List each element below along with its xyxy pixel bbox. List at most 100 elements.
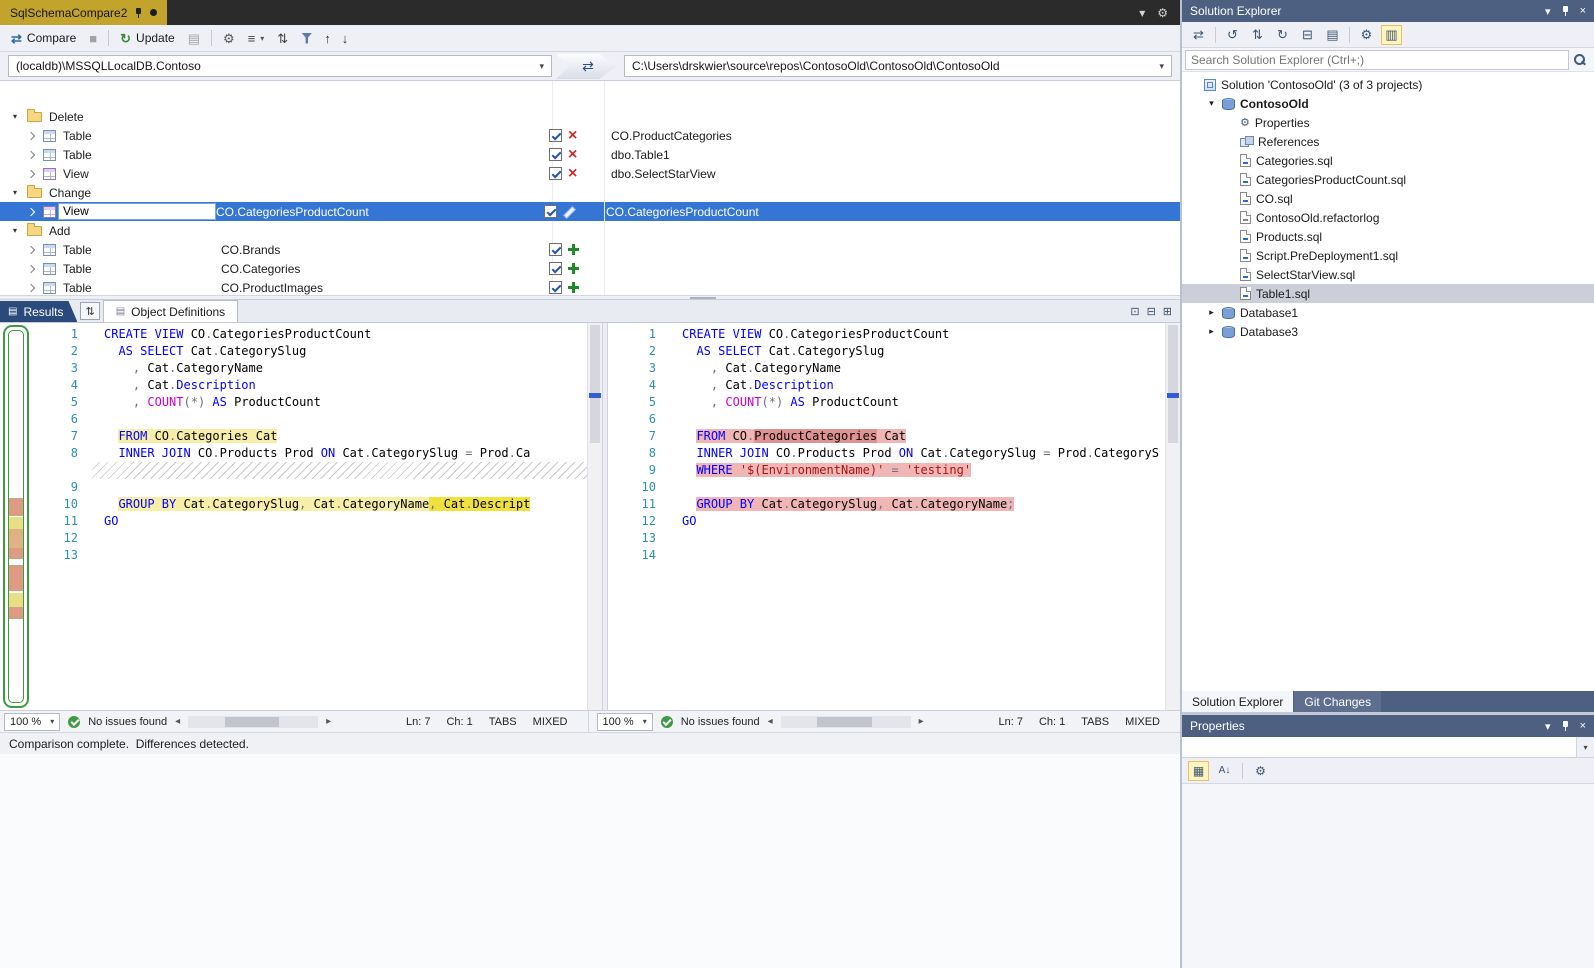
target-zoom-combo[interactable]: 100 % ▾ <box>597 713 653 731</box>
target-scrollbar-thumb[interactable] <box>1168 325 1178 443</box>
scroll-left-icon[interactable]: ◂ <box>768 716 773 727</box>
target-code[interactable]: CREATE VIEW CO.CategoriesProductCount AS… <box>670 323 1165 710</box>
group-header-add[interactable]: ▾Add <box>0 221 1180 240</box>
results-sort-button[interactable]: ⇅ <box>80 302 99 320</box>
expand-chevron-icon[interactable] <box>27 264 35 272</box>
collapse-triangle-icon[interactable]: ▾ <box>10 226 20 235</box>
close-icon[interactable]: × <box>1580 720 1586 732</box>
next-difference-button[interactable]: ↓ <box>338 30 353 47</box>
tree-item-categoriesproductcount-sql[interactable]: CategoriesProductCount.sql <box>1182 170 1594 189</box>
filter-dropdown-button[interactable]: ≡ ▾ <box>243 30 270 47</box>
chevron-down-icon[interactable]: ▾ <box>531 61 544 72</box>
search-icon[interactable] <box>1573 53 1587 67</box>
expand-chevron-icon[interactable] <box>27 131 35 139</box>
tree-item-selectstarview-sql[interactable]: SelectStarView.sql <box>1182 265 1594 284</box>
source-code[interactable]: CREATE VIEW CO.CategoriesProductCount AS… <box>92 323 587 710</box>
filter-button[interactable] <box>296 31 317 46</box>
include-checkbox[interactable] <box>549 167 562 180</box>
target-project-combo[interactable]: C:\Users\drskwier\source\repos\ContosoOl… <box>624 55 1172 77</box>
source-scrollbar[interactable] <box>587 323 602 710</box>
alphabetical-button[interactable]: A↓ <box>1214 761 1235 781</box>
source-hscrollbar-thumb[interactable] <box>225 717 280 727</box>
switch-direction-button[interactable]: ⇄ <box>576 58 600 75</box>
show-all-files-button[interactable]: ▤ <box>1322 25 1343 45</box>
tab-object-definitions[interactable]: ▤ Object Definitions <box>103 300 239 322</box>
chevron-down-icon[interactable]: ▾ <box>1151 61 1164 72</box>
scroll-left-icon[interactable]: ◂ <box>175 716 180 727</box>
source-scrollbar-thumb[interactable] <box>590 325 600 443</box>
chevron-down-icon[interactable]: ▾ <box>1545 720 1551 733</box>
target-hscrollbar[interactable] <box>781 716 911 728</box>
properties-titlebar[interactable]: Properties ▾ × <box>1182 715 1594 737</box>
source-editor[interactable]: 12345678 910111213 CREATE VIEW CO.Catego… <box>30 323 602 710</box>
expand-chevron-icon[interactable] <box>27 169 35 177</box>
compare-row-co-productcategories[interactable]: Table×CO.ProductCategories <box>0 126 1180 145</box>
tree-expander-icon[interactable]: ▸ <box>1206 326 1217 337</box>
compare-button[interactable]: ⇄ Compare <box>6 29 81 47</box>
include-checkbox[interactable] <box>549 281 562 294</box>
tree-item-co-sql[interactable]: CO.sql <box>1182 189 1594 208</box>
compare-row-co-categories[interactable]: TableCO.Categories <box>0 259 1180 278</box>
pin-icon[interactable] <box>1561 720 1570 732</box>
chevron-down-icon[interactable]: ▾ <box>1576 737 1594 757</box>
include-checkbox[interactable] <box>549 148 562 161</box>
tree-item-contosoold-refactorlog[interactable]: ContosoOld.refactorlog <box>1182 208 1594 227</box>
diff-overview-bar[interactable] <box>3 325 29 708</box>
sync-with-active-document-button[interactable]: ⇄ <box>1188 25 1209 45</box>
tab-results[interactable]: ▤ Results <box>0 301 77 322</box>
properties-object-combo[interactable]: ▾ <box>1182 737 1594 758</box>
window-dock-icon[interactable]: ⊟ <box>1147 305 1156 318</box>
collapse-all-button[interactable]: ⊟ <box>1297 25 1318 45</box>
target-scrollbar[interactable] <box>1165 323 1180 710</box>
collapse-triangle-icon[interactable]: ▾ <box>10 188 20 197</box>
include-checkbox[interactable] <box>549 243 562 256</box>
property-pages-button[interactable]: ⚙ <box>1250 761 1271 781</box>
chevron-down-icon[interactable]: ▾ <box>1139 6 1145 20</box>
group-header-change[interactable]: ▾Change <box>0 183 1180 202</box>
stop-comparison-button[interactable]: ■ <box>84 30 102 47</box>
tree-item-database3[interactable]: ▸Database3 <box>1182 322 1594 341</box>
tree-expander-icon[interactable]: ▸ <box>1206 307 1217 318</box>
tree-item-contosoold[interactable]: ▾ContosoOld <box>1182 94 1594 113</box>
compare-row-dbo-selectstarview[interactable]: View×dbo.SelectStarView <box>0 164 1180 183</box>
expand-chevron-icon[interactable] <box>27 245 35 253</box>
tree-item-solution-contosoold-3-of-3-projects[interactable]: Solution 'ContosoOld' (3 of 3 projects) <box>1182 75 1594 94</box>
compare-options-button[interactable]: ⚙ <box>218 30 240 47</box>
group-sort-button[interactable]: ⇅ <box>272 30 293 47</box>
scroll-right-icon[interactable]: ▸ <box>326 716 331 727</box>
tree-item-database1[interactable]: ▸Database1 <box>1182 303 1594 322</box>
close-icon[interactable]: × <box>1580 5 1586 17</box>
source-database-combo[interactable]: (localdb)\MSSQLLocalDB.Contoso ▾ <box>8 55 552 77</box>
source-zoom-combo[interactable]: 100 % ▾ <box>4 713 60 731</box>
tree-item-script-predeployment1-sql[interactable]: Script.PreDeployment1.sql <box>1182 246 1594 265</box>
compare-row-dbo-table1[interactable]: Table×dbo.Table1 <box>0 145 1180 164</box>
chevron-down-icon[interactable]: ▾ <box>1545 5 1551 18</box>
include-checkbox[interactable] <box>544 205 557 218</box>
pin-icon[interactable] <box>134 7 143 19</box>
scroll-right-icon[interactable]: ▸ <box>919 716 924 727</box>
tree-item-products-sql[interactable]: Products.sql <box>1182 227 1594 246</box>
tree-item-properties[interactable]: ⚙Properties <box>1182 113 1594 132</box>
solution-explorer-titlebar[interactable]: Solution Explorer ▾ × <box>1182 0 1594 22</box>
expand-chevron-icon[interactable] <box>27 150 35 158</box>
gear-icon[interactable]: ⚙ <box>1157 6 1168 20</box>
target-editor[interactable]: 1234567891011121314 CREATE VIEW CO.Categ… <box>608 323 1180 710</box>
pending-changes-filter-button[interactable]: ↺ <box>1222 25 1243 45</box>
refresh-button[interactable]: ↻ <box>1272 25 1293 45</box>
previous-difference-button[interactable]: ↑ <box>320 30 335 47</box>
window-position-icon[interactable]: ⊞ <box>1163 305 1172 318</box>
tree-item-categories-sql[interactable]: Categories.sql <box>1182 151 1594 170</box>
preview-selected-items-toggle[interactable]: ▥ <box>1381 25 1402 45</box>
collapse-triangle-icon[interactable]: ▾ <box>10 112 20 121</box>
window-float-icon[interactable]: ⊡ <box>1130 305 1139 318</box>
search-input[interactable] <box>1185 50 1569 70</box>
switch-views-button[interactable]: ⇅ <box>1247 25 1268 45</box>
tree-expander-icon[interactable]: ▾ <box>1206 98 1217 109</box>
include-checkbox[interactable] <box>549 129 562 142</box>
pin-icon[interactable] <box>1561 5 1570 17</box>
horizontal-splitter[interactable] <box>0 295 1180 300</box>
include-checkbox[interactable] <box>549 262 562 275</box>
expand-chevron-icon[interactable] <box>27 207 35 215</box>
tree-item-references[interactable]: References <box>1182 132 1594 151</box>
document-tab-sqlschemacompare[interactable]: SqlSchemaCompare2 <box>0 0 167 25</box>
